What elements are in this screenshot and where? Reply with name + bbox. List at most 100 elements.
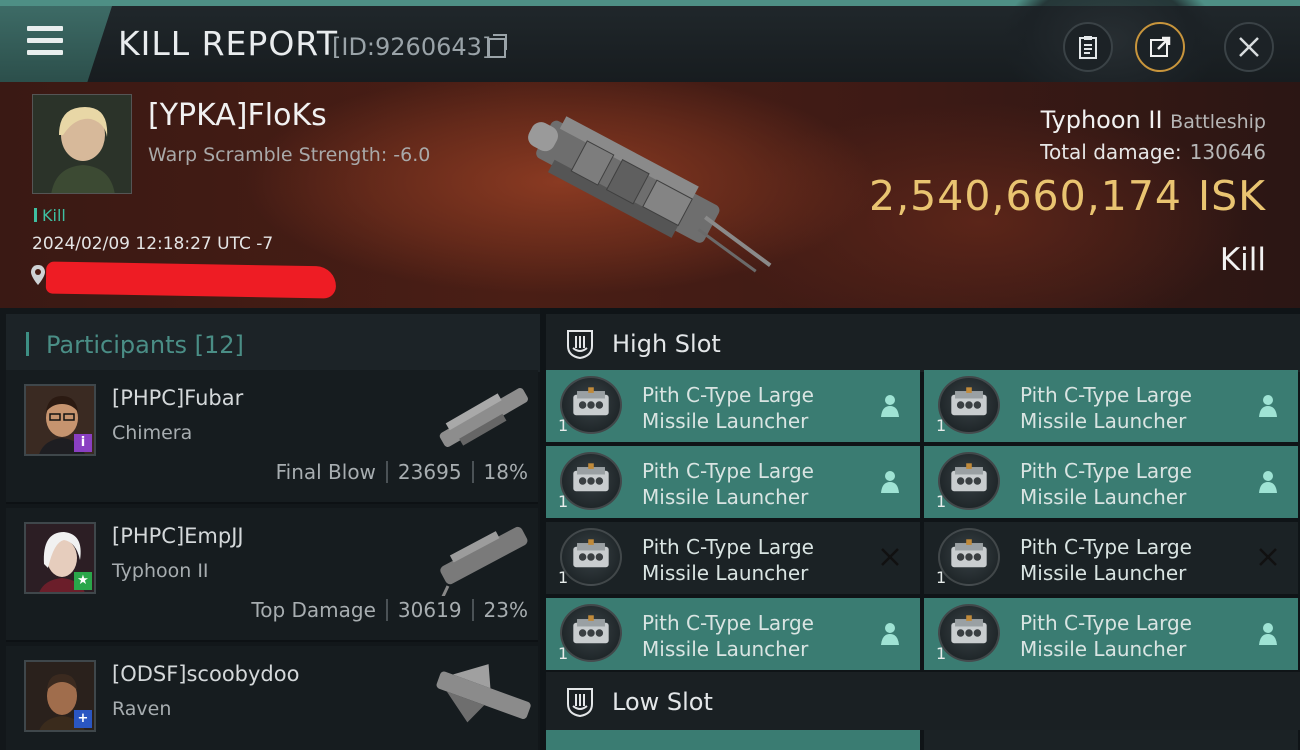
missile-launcher-icon xyxy=(560,528,622,586)
participant-role: Top Damage xyxy=(251,598,376,622)
module-quantity: 1 xyxy=(936,416,947,435)
clipboard-icon xyxy=(1079,36,1097,59)
module-tile[interactable]: 1 Pith C-Type Large Missile Launcher xyxy=(546,522,920,594)
participant-name[interactable]: [PHPC]EmpJJ xyxy=(112,524,244,548)
participant-avatar[interactable]: + xyxy=(24,660,96,732)
participant-stats: Final Blow 23695 18% xyxy=(276,460,528,484)
participant-damage: 30619 xyxy=(397,598,462,622)
victim-name[interactable]: [YPKA]FloKs xyxy=(148,98,327,133)
share-icon xyxy=(1150,36,1171,57)
participant-row[interactable]: ★ [PHPC]EmpJJ Typhoon II Top Damage 3061… xyxy=(6,508,538,642)
participant-avatar[interactable]: i xyxy=(24,384,96,456)
participant-row[interactable]: + [ODSF]scoobydoo Raven xyxy=(6,646,538,750)
high-slot-icon xyxy=(567,330,593,360)
person-icon xyxy=(1259,395,1277,417)
module-name: Pith C-Type Large Missile Launcher xyxy=(642,610,814,662)
low-slot-module-partial[interactable] xyxy=(546,730,920,750)
total-damage-value: 130646 xyxy=(1189,140,1266,164)
missile-launcher-icon xyxy=(938,376,1000,434)
module-tile[interactable]: 1 Pith C-Type Large Missile Launcher xyxy=(546,598,920,670)
isk-unit: ISK xyxy=(1197,172,1266,220)
participant-role: Final Blow xyxy=(275,460,376,484)
low-slot-header: Low Slot xyxy=(546,672,1300,730)
module-name-line2: Missile Launcher xyxy=(1020,561,1187,585)
module-name-line1: Pith C-Type Large xyxy=(642,611,814,635)
module-name: Pith C-Type Large Missile Launcher xyxy=(642,382,814,434)
module-name: Pith C-Type Large Missile Launcher xyxy=(1020,382,1192,434)
module-name-line1: Pith C-Type Large xyxy=(1020,611,1192,635)
warp-scramble-strength: Warp Scramble Strength: -6.0 xyxy=(148,144,431,166)
participant-badge: i xyxy=(74,434,92,452)
participant-row[interactable]: i [PHPC]Fubar Chimera Final Blow 23695 1… xyxy=(6,370,538,504)
close-button[interactable] xyxy=(1224,22,1274,72)
module-quantity: 1 xyxy=(936,568,947,587)
page-title: KILL REPORT xyxy=(118,24,338,63)
victim-portrait[interactable] xyxy=(32,94,132,194)
menu-icon-bar xyxy=(27,38,63,43)
participants-count: [12] xyxy=(194,331,244,359)
participant-damage: 23695 xyxy=(397,460,462,484)
victim-ship-class: Battleship xyxy=(1170,111,1266,133)
x-mark-icon xyxy=(1259,548,1277,566)
module-name-line1: Pith C-Type Large xyxy=(1020,535,1192,559)
module-name-line2: Missile Launcher xyxy=(642,409,809,433)
module-quantity: 1 xyxy=(936,492,947,511)
module-tile[interactable]: 1 Pith C-Type Large Missile Launcher xyxy=(924,522,1298,594)
module-tile[interactable]: 1 Pith C-Type Large Missile Launcher xyxy=(924,370,1298,442)
participant-percent: 23% xyxy=(483,598,528,622)
fitting-panel: High Slot 1 Pith C-Type Large Missile Laun… xyxy=(540,308,1300,750)
person-icon xyxy=(881,471,899,493)
person-icon xyxy=(1259,623,1277,645)
participants-panel: Participants [12] i [PHPC]Fubar Chimera … xyxy=(0,308,540,750)
module-quantity: 1 xyxy=(936,644,947,663)
stat-divider xyxy=(385,599,388,621)
missile-launcher-icon xyxy=(938,604,1000,662)
copy-icon[interactable] xyxy=(488,34,507,58)
module-quantity: 1 xyxy=(558,416,569,435)
participant-ship-image xyxy=(439,388,528,447)
share-button[interactable] xyxy=(1135,22,1185,72)
participant-name[interactable]: [PHPC]Fubar xyxy=(112,386,243,410)
location-redaction xyxy=(45,261,337,299)
menu-button[interactable] xyxy=(0,6,112,82)
participant-avatar[interactable]: ★ xyxy=(24,522,96,594)
isk-value: 2,540,660,174 ISK xyxy=(869,172,1266,220)
module-name: Pith C-Type Large Missile Launcher xyxy=(1020,610,1192,662)
total-damage: Total damage: 130646 xyxy=(1040,140,1266,164)
person-icon xyxy=(881,395,899,417)
module-tile[interactable]: 1 Pith C-Type Large Missile Launcher xyxy=(546,370,920,442)
module-tile[interactable]: 1 Pith C-Type Large Missile Launcher xyxy=(924,446,1298,518)
clipboard-button[interactable] xyxy=(1063,22,1113,72)
victim-banner: [YPKA]FloKs Warp Scramble Strength: -6.0… xyxy=(0,82,1300,308)
participant-stats: Top Damage 30619 23% xyxy=(251,598,528,622)
victim-ship-name: Typhoon II xyxy=(1040,106,1163,134)
participant-ship-image xyxy=(438,526,528,596)
module-quantity: 1 xyxy=(558,492,569,511)
isk-amount: 2,540,660,174 xyxy=(869,172,1182,220)
missile-launcher-icon xyxy=(560,376,622,434)
module-name: Pith C-Type Large Missile Launcher xyxy=(1020,458,1192,510)
participant-name[interactable]: [ODSF]scoobydoo xyxy=(112,662,299,686)
missile-launcher-icon xyxy=(938,528,1000,586)
module-name-line2: Missile Launcher xyxy=(642,561,809,585)
module-name: Pith C-Type Large Missile Launcher xyxy=(642,534,814,586)
location-pin-icon xyxy=(31,265,45,285)
report-id: [ID:9260643] xyxy=(332,33,492,61)
victim-ship-image[interactable] xyxy=(510,100,780,285)
module-tile[interactable]: 1 Pith C-Type Large Missile Launcher xyxy=(546,446,920,518)
missile-launcher-icon xyxy=(560,604,622,662)
participant-badge: + xyxy=(74,710,92,728)
participants-title: Participants [12] xyxy=(46,331,244,359)
low-slot-module-partial[interactable] xyxy=(924,730,1298,750)
module-name-line2: Missile Launcher xyxy=(1020,637,1187,661)
x-mark-icon xyxy=(881,548,899,566)
top-bar: KILL REPORT [ID:9260643] xyxy=(0,0,1300,116)
person-icon xyxy=(881,623,899,645)
menu-icon-bar xyxy=(27,50,63,55)
kill-timestamp: 2024/02/09 12:18:27 UTC -7 xyxy=(32,234,274,254)
report-result: Kill xyxy=(1219,242,1266,278)
module-tile[interactable]: 1 Pith C-Type Large Missile Launcher xyxy=(924,598,1298,670)
participant-ship: Chimera xyxy=(112,422,193,444)
participants-header: Participants [12] xyxy=(6,314,540,372)
participant-ship: Typhoon II xyxy=(112,560,209,582)
